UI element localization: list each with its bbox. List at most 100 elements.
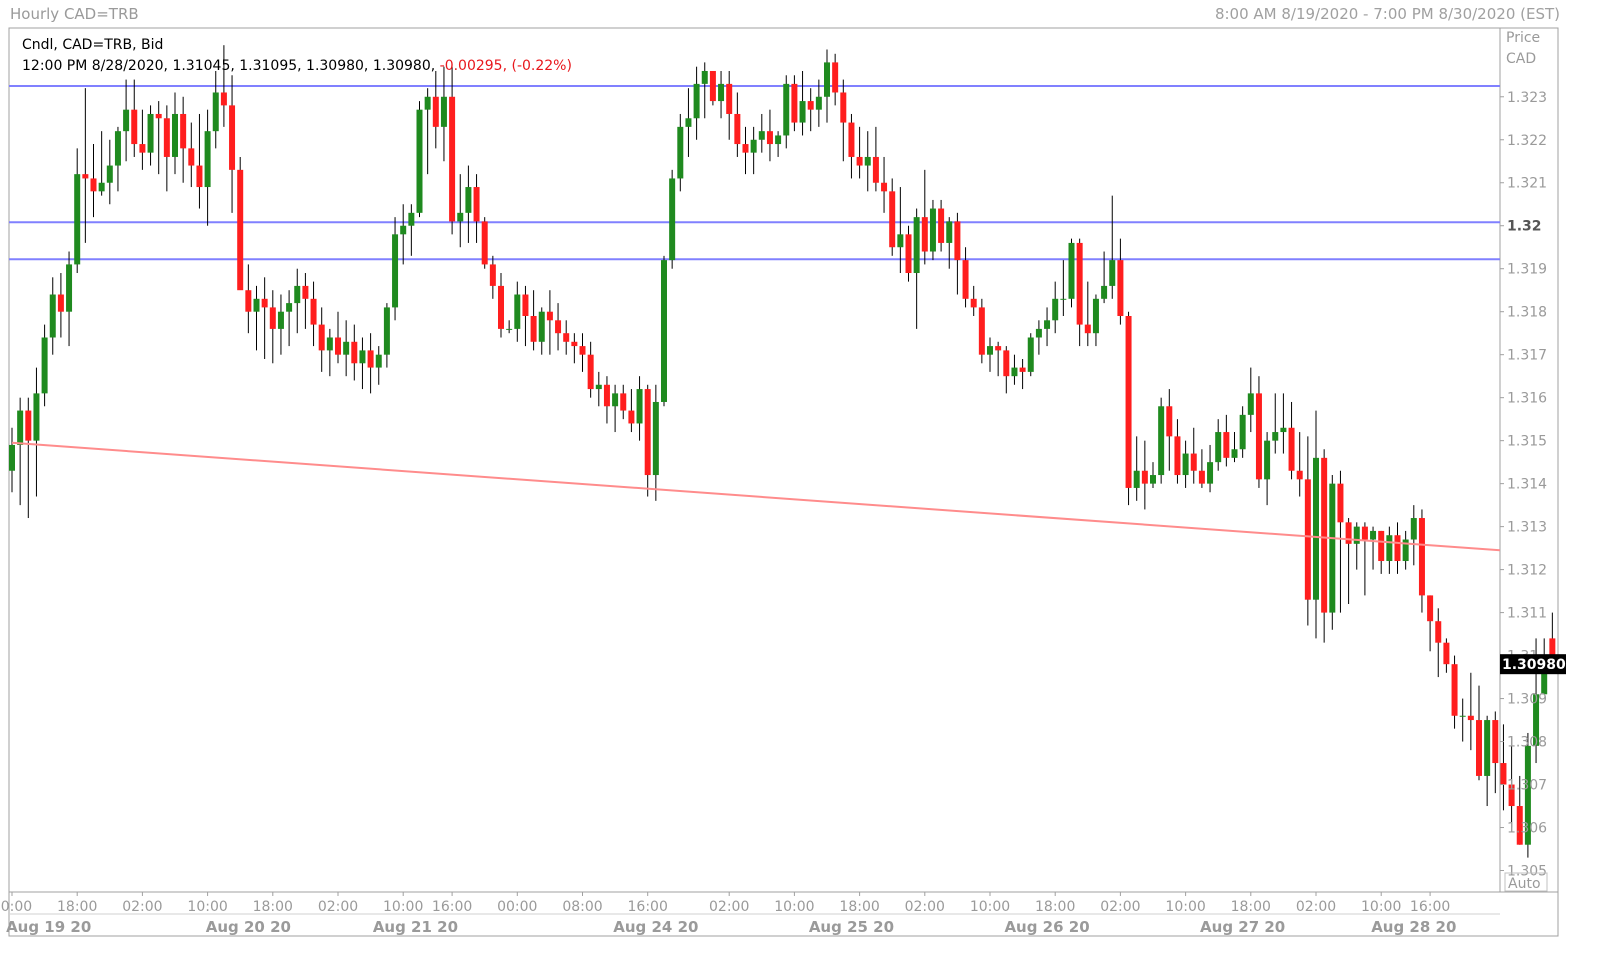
candle-body: [848, 122, 855, 157]
candle-body: [718, 83, 725, 102]
candle-body: [1198, 470, 1205, 484]
time-tick-label: 02:00: [318, 899, 358, 915]
time-tick-label: 16:00: [628, 899, 668, 915]
candle-body: [90, 178, 97, 192]
candle-body: [229, 105, 236, 170]
time-tick-label: 02:00: [709, 899, 749, 915]
candle-body: [905, 234, 912, 274]
time-tick-label: 10:00: [0, 899, 32, 915]
candle-body: [726, 83, 733, 114]
candle-body: [1215, 432, 1222, 463]
candle-body: [408, 212, 415, 226]
candle-body: [1272, 432, 1279, 441]
candle-body: [595, 384, 602, 390]
candle-body: [1280, 427, 1287, 433]
candle-body: [571, 341, 578, 347]
candle-body: [1394, 535, 1401, 562]
time-axis-ticks: 10:00 18:00 02:00 10:00 18:00 02:00 10:00 16:00…: [0, 892, 1456, 936]
candle-body: [881, 182, 888, 192]
candle-body: [603, 384, 610, 407]
candle-body: [1174, 436, 1181, 476]
trendline[interactable]: [11, 441, 1501, 552]
candle-body: [620, 393, 627, 411]
candle-body: [1092, 298, 1099, 334]
candle-body: [669, 178, 676, 261]
candle-body: [457, 212, 464, 222]
candle-body: [889, 191, 896, 248]
candle-body: [579, 346, 586, 355]
price-tick-label: 1.315: [1507, 434, 1547, 450]
candle-body: [1084, 324, 1091, 334]
candle-body: [1492, 720, 1499, 764]
candle-body: [628, 410, 635, 424]
candle-body: [1158, 406, 1165, 476]
candle-body: [644, 389, 651, 476]
candle-body: [172, 113, 178, 157]
candle-body: [962, 260, 969, 299]
date-tick-label: Aug 26 20: [1004, 918, 1089, 936]
candle-body: [978, 307, 985, 355]
candle-body: [196, 165, 203, 188]
price-tick-label: 1.323: [1507, 90, 1547, 106]
candle-body: [563, 333, 570, 342]
time-tick-label: 08:00: [562, 899, 602, 915]
candle-body: [938, 208, 945, 243]
date-tick-label: Aug 27 20: [1200, 918, 1285, 936]
candle-body: [750, 139, 757, 153]
legend-change: -0.00295, (-0.22%): [439, 58, 572, 74]
candle-body: [856, 156, 863, 166]
auto-scale-label[interactable]: Auto: [1508, 876, 1541, 892]
candle-body: [824, 62, 830, 97]
candle-body: [1166, 406, 1173, 437]
candle-body: [1101, 285, 1108, 299]
candle-body: [1410, 518, 1417, 540]
price-tick-label: 1.314: [1507, 477, 1547, 493]
candle-body: [506, 328, 513, 330]
candle-body: [1288, 427, 1295, 471]
candle-body: [367, 350, 374, 368]
time-tick-label: 10:00: [1165, 899, 1205, 915]
candle-body: [302, 285, 309, 299]
candle-body: [652, 401, 659, 476]
candle-body: [1337, 483, 1344, 523]
candle-body: [66, 264, 73, 312]
date-tick-label: Aug 19 20: [6, 918, 91, 936]
time-tick-label: 16:00: [432, 899, 472, 915]
candle-body: [33, 393, 40, 441]
price-tick-label: 1.306: [1507, 821, 1547, 837]
candle-body: [530, 316, 537, 342]
candle-body: [897, 234, 904, 248]
candle-body: [1296, 470, 1303, 480]
candle-body: [1321, 457, 1328, 613]
price-tick-label: 1.318: [1507, 305, 1547, 321]
time-tick-label: 18:00: [57, 899, 97, 915]
time-tick-label: 02:00: [1100, 899, 1140, 915]
candle-body: [180, 113, 187, 149]
candle-body: [49, 294, 56, 338]
candle-body: [17, 410, 24, 445]
candle-body: [864, 156, 871, 166]
candle-body: [343, 341, 350, 355]
candle-body: [987, 346, 993, 355]
legend-ohlc: 12:00 PM 8/28/2020, 1.31045, 1.31095, 1.…: [22, 58, 572, 74]
candle-body: [163, 118, 170, 157]
candlestick-chart[interactable]: 1.3051.3061.3071.3081.3091.311.3111.3121…: [0, 0, 1600, 958]
candle-body: [237, 169, 244, 291]
candle-body: [1141, 470, 1148, 484]
candle-body: [1476, 720, 1482, 776]
legend-ohlc-values: 12:00 PM 8/28/2020, 1.31045, 1.31095, 1.…: [22, 58, 440, 74]
candle-body: [587, 354, 594, 390]
chart-window: Hourly CAD=TRB 8:00 AM 8/19/2020 - 7:00 …: [0, 0, 1600, 958]
candle-body: [546, 311, 553, 321]
candle-body: [1150, 475, 1156, 484]
candle-body: [318, 324, 325, 351]
candle-body: [294, 285, 301, 304]
date-tick-label: Aug 25 20: [809, 918, 894, 936]
candle-body: [693, 83, 700, 119]
candle-body: [995, 346, 1002, 351]
candle-body: [636, 389, 643, 424]
candle-body: [1076, 242, 1083, 325]
candle-body: [1223, 432, 1230, 458]
price-tick-label: 1.319: [1507, 262, 1547, 278]
candle-body: [220, 92, 227, 106]
